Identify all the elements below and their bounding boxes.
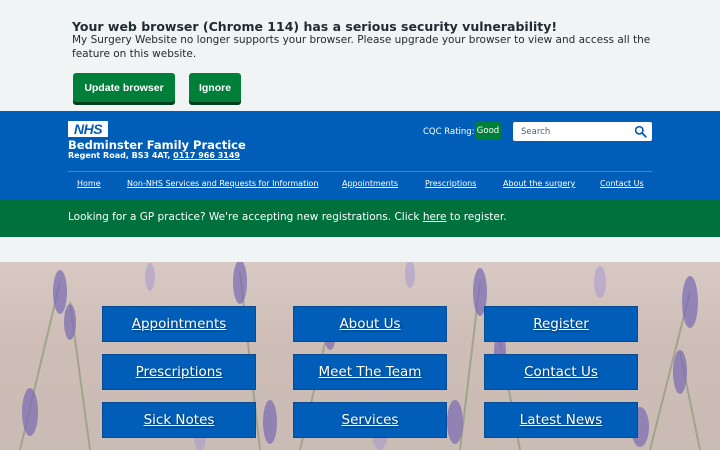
spacer-strip	[0, 237, 720, 262]
phone-link[interactable]: 0117 966 3149	[173, 151, 240, 160]
nav-item-home[interactable]: Home	[77, 179, 101, 188]
nhs-logo-text: NHS	[73, 121, 103, 137]
practice-address: Regent Road, BS3 4AT, 0117 966 3149	[68, 151, 240, 160]
registration-text: Looking for a GP practice? We're accepti…	[68, 211, 507, 223]
browser-warning-text: My Surgery Website no longer supports yo…	[72, 34, 651, 60]
search-input[interactable]	[513, 126, 628, 137]
tile-meet-the-team[interactable]: Meet The Team	[293, 354, 447, 390]
nav-item-appointments[interactable]: Appointments	[342, 179, 398, 188]
register-here-link[interactable]: here	[423, 211, 447, 223]
nav-item-non-nhs-services[interactable]: Non-NHS Services and Requests for Inform…	[127, 179, 318, 188]
address-text: Regent Road, BS3 4AT,	[68, 151, 171, 160]
nhs-logo[interactable]: NHS	[68, 121, 108, 137]
practice-name[interactable]: Bedminster Family Practice	[68, 138, 246, 152]
tile-register[interactable]: Register	[484, 306, 638, 342]
nav-divider	[68, 171, 652, 172]
cqc-rating-badge[interactable]: Good	[475, 122, 501, 140]
tile-services[interactable]: Services	[293, 402, 447, 438]
main-nav: Home Non-NHS Services and Requests for I…	[0, 179, 720, 193]
tile-sick-notes[interactable]: Sick Notes	[102, 402, 256, 438]
site-header: NHS Bedminster Family Practice Regent Ro…	[0, 111, 720, 199]
search-box	[513, 122, 652, 141]
hero-section: Appointments About Us Register Prescript…	[0, 262, 720, 450]
tile-latest-news[interactable]: Latest News	[484, 402, 638, 438]
registration-text-before: Looking for a GP practice? We're accepti…	[68, 211, 420, 223]
ignore-button[interactable]: Ignore	[189, 73, 241, 102]
tile-about-us[interactable]: About Us	[293, 306, 447, 342]
registration-text-after: to register.	[449, 211, 507, 223]
tile-prescriptions[interactable]: Prescriptions	[102, 354, 256, 390]
cqc-label: CQC Rating:	[423, 127, 475, 137]
update-browser-button[interactable]: Update browser	[73, 73, 175, 102]
nav-item-prescriptions[interactable]: Prescriptions	[425, 179, 476, 188]
browser-warning-banner: Your web browser (Chrome 114) has a seri…	[0, 0, 720, 111]
nav-item-about-surgery[interactable]: About the surgery	[503, 179, 575, 188]
search-icon[interactable]	[634, 125, 647, 138]
registration-banner: Looking for a GP practice? We're accepti…	[0, 199, 720, 237]
browser-warning-title: Your web browser (Chrome 114) has a seri…	[72, 19, 558, 34]
nav-item-contact-us[interactable]: Contact Us	[600, 179, 644, 188]
tile-appointments[interactable]: Appointments	[102, 306, 256, 342]
tile-contact-us[interactable]: Contact Us	[484, 354, 638, 390]
